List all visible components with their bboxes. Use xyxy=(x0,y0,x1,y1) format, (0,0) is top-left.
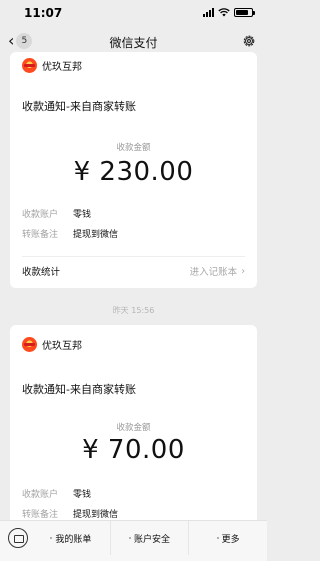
amount-value: ¥ 70.00 xyxy=(82,435,185,465)
stats-label: 收款统计 xyxy=(22,267,61,278)
message-timestamp: 昨天 15:56 xyxy=(112,306,155,315)
amount-label: 收款金额 xyxy=(116,143,151,153)
menu-item-bills[interactable]: 我的账单 xyxy=(32,521,110,555)
detail-value: 提现到微信 xyxy=(73,230,119,240)
menu-item-label: 账户安全 xyxy=(134,534,171,545)
menu-item-label: 更多 xyxy=(221,534,240,545)
notice-title: 收款通知-来自商家转账 xyxy=(22,100,136,113)
merchant-logo xyxy=(22,58,37,73)
menu-dot-icon xyxy=(50,537,53,539)
menu-dot-icon xyxy=(216,537,219,539)
menu-item-label: 我的账单 xyxy=(55,534,92,545)
menu-dot-icon xyxy=(129,537,131,539)
ledger-link[interactable]: 进入记账本 › xyxy=(189,264,245,279)
notice-title: 收款通知-来自商家转账 xyxy=(22,383,136,396)
detail-value: 提现到微信 xyxy=(73,510,119,520)
detail-row: 收款账户 零钱 xyxy=(22,207,91,220)
stats-row[interactable]: 收款统计 进入记账本 › xyxy=(22,264,245,279)
menu-item-more[interactable]: 更多 xyxy=(188,521,267,555)
battery-icon xyxy=(234,8,255,17)
detail-row: 转账备注 提现到微信 xyxy=(22,507,118,520)
detail-row: 转账备注 提现到微信 xyxy=(22,227,118,240)
detail-value: 零钱 xyxy=(73,490,92,500)
amount-label: 收款金额 xyxy=(116,423,151,433)
detail-value: 零钱 xyxy=(73,210,92,220)
wifi-icon xyxy=(218,8,230,17)
bottom-menu: 我的账单 账户安全 更多 xyxy=(0,520,267,561)
merchant-logo xyxy=(22,337,37,352)
detail-key: 转账备注 xyxy=(22,510,59,520)
merchant-row: 优玖互邦 xyxy=(22,58,82,73)
ledger-link-label: 进入记账本 xyxy=(189,267,238,278)
detail-key: 收款账户 xyxy=(22,490,59,500)
settings-gear-icon[interactable] xyxy=(241,33,257,49)
chevron-right-icon: › xyxy=(241,265,245,277)
detail-row: 收款账户 零钱 xyxy=(22,487,91,500)
merchant-name: 优玖互邦 xyxy=(42,341,82,352)
page-title: 微信支付 xyxy=(109,36,158,50)
merchant-name: 优玖互邦 xyxy=(42,62,82,73)
keyboard-icon[interactable] xyxy=(8,528,28,548)
menu-item-account-security[interactable]: 账户安全 xyxy=(109,521,189,555)
status-bar: 11:07 xyxy=(0,0,267,26)
amount-value: ¥ 230.00 xyxy=(73,157,194,187)
status-time: 11:07 xyxy=(24,6,63,20)
status-icons xyxy=(203,8,255,17)
detail-key: 收款账户 xyxy=(22,210,59,220)
divider xyxy=(22,256,245,257)
detail-key: 转账备注 xyxy=(22,230,59,240)
merchant-row: 优玖互邦 xyxy=(22,337,82,352)
menu-items: 我的账单 账户安全 更多 xyxy=(32,521,267,555)
payment-notice-card[interactable]: 优玖互邦 收款通知-来自商家转账 收款金额 ¥ 70.00 收款账户 零钱 转账… xyxy=(10,325,257,535)
cellular-signal-icon xyxy=(203,8,214,17)
payment-notice-card[interactable]: 优玖互邦 收款通知-来自商家转账 收款金额 ¥ 230.00 收款账户 零钱 转… xyxy=(10,52,257,288)
